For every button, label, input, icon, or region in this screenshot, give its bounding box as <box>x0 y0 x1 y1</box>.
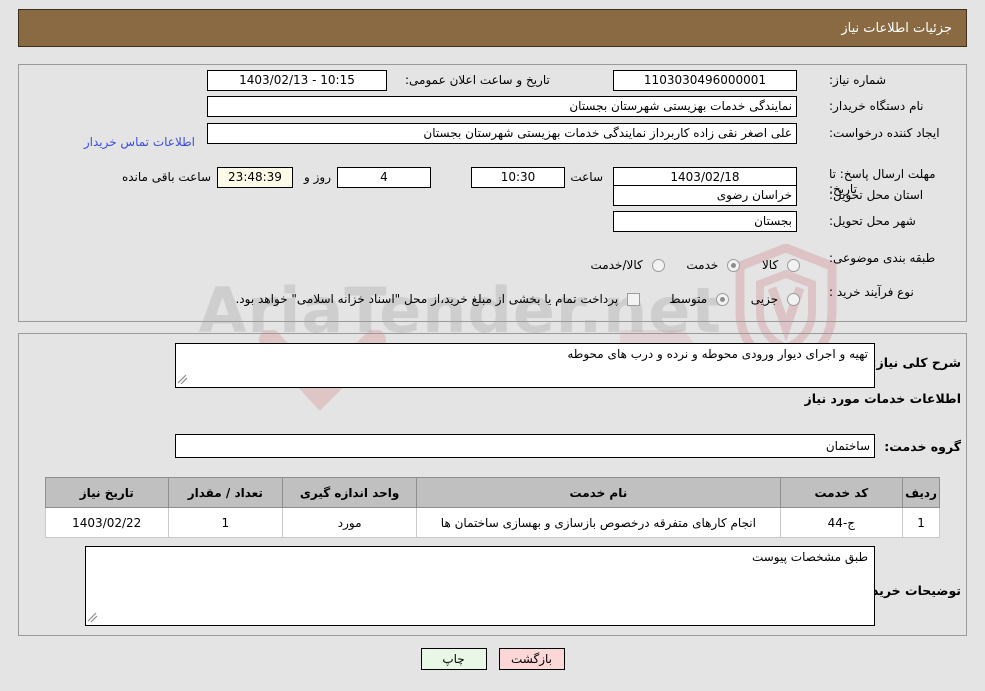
window-title-bar: جزئیات اطلاعات نیاز <box>18 9 967 47</box>
print-button[interactable]: چاپ <box>420 648 487 670</box>
subject-category-label: طبقه بندی موضوعی: <box>829 251 936 265</box>
public-announcement-label: تاریخ و ساعت اعلان عمومی: <box>405 73 550 87</box>
radio-category-kala-khadamat-label: کالا/خدمت <box>590 258 643 272</box>
public-announcement-field: 10:15 - 1403/02/13 <box>207 69 387 91</box>
back-button[interactable]: بازگشت <box>498 648 565 670</box>
service-group-label: گروه خدمت: <box>884 439 961 454</box>
services-table: ردیف کد خدمت نام خدمت واحد اندازه گیری ت… <box>45 477 940 538</box>
page-title: جزئیات اطلاعات نیاز <box>841 20 952 36</box>
treasury-note-checkbox[interactable] <box>627 293 640 306</box>
table-header-row: ردیف کد خدمت نام خدمت واحد اندازه گیری ت… <box>45 477 940 508</box>
radio-category-khadamat-label: خدمت <box>686 258 719 272</box>
radio-process-jozei[interactable] <box>787 293 800 306</box>
delivery-city-field: بجستان <box>613 210 797 232</box>
countdown-label: ساعت باقی مانده <box>121 170 211 184</box>
cell-radif: 1 <box>902 507 940 538</box>
radio-process-jozei-label: جزیی <box>750 292 779 306</box>
buyer-contact-link[interactable]: اطلاعات تماس خریدار <box>84 135 195 149</box>
th-code: کد خدمت <box>779 477 904 508</box>
cell-code: ج-44 <box>779 507 904 538</box>
cell-name: انجام کارهای متفرقه درخصوص بازسازی و بهس… <box>416 507 781 538</box>
delivery-city-label: شهر محل تحویل: <box>829 214 916 228</box>
buyer-org-label: نام دستگاه خریدار: <box>829 99 924 113</box>
table-row: 1 ج-44 انجام کارهای متفرقه درخصوص بازساز… <box>45 507 940 538</box>
service-group-field: ساختمان <box>175 434 875 458</box>
request-creator-field: علی اصغر نقی زاده کاربرداز نمایندگی خدما… <box>207 122 797 144</box>
radio-process-motavaset[interactable] <box>715 293 729 306</box>
buyer-comments-textarea[interactable]: طبق مشخصات پیوست <box>85 546 875 626</box>
deadline-time-field: 10:30 <box>471 167 565 188</box>
th-unit: واحد اندازه گیری <box>282 477 418 508</box>
need-number-field: 1103030496000001 <box>613 69 797 91</box>
delivery-province-field: خراسان رضوی <box>613 184 797 206</box>
footer-buttons: بازگشت چاپ <box>0 648 985 670</box>
general-description-textarea[interactable]: تهیه و اجرای دیوار ورودی محوطه و نرده و … <box>175 343 875 388</box>
countdown-field: 23:48:39 <box>217 167 293 188</box>
cell-date: 1403/02/22 <box>45 507 169 538</box>
radio-category-kala-label: کالا <box>761 258 779 272</box>
th-name: نام خدمت <box>416 477 781 508</box>
delivery-province-label: استان محل تحویل: <box>829 188 924 202</box>
radio-category-khadamat[interactable] <box>727 259 741 272</box>
cell-unit: مورد <box>282 507 418 538</box>
services-heading: اطلاعات خدمات مورد نیاز <box>804 391 962 406</box>
radio-category-kala[interactable] <box>787 259 800 272</box>
th-date: تاریخ نیاز <box>45 477 169 508</box>
deadline-time-label: ساعت <box>570 170 603 184</box>
radio-category-kala-khadamat[interactable] <box>651 259 665 272</box>
cell-qty: 1 <box>167 507 284 538</box>
general-description-label: شرح کلی نیاز: <box>871 355 961 370</box>
request-creator-label: ایجاد کننده درخواست: <box>829 126 940 140</box>
remaining-days-label: روز و <box>304 170 331 184</box>
th-radif: ردیف <box>902 477 940 508</box>
th-qty: تعداد / مقدار <box>167 477 284 508</box>
need-number-label: شماره نیاز: <box>829 73 886 87</box>
purchase-process-label: نوع فرآیند خرید : <box>829 285 914 299</box>
buyer-org-field: نمایندگی خدمات بهزیستی شهرستان بجستان <box>207 95 797 117</box>
radio-process-motavaset-label: متوسط <box>669 292 708 306</box>
treasury-note-label: پرداخت تمام یا بخشی از مبلغ خرید،از محل … <box>235 292 619 306</box>
remaining-days-field: 4 <box>337 167 431 188</box>
